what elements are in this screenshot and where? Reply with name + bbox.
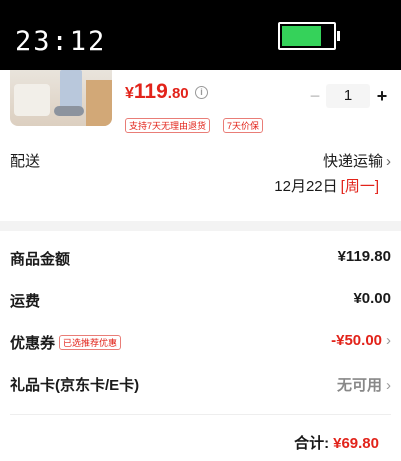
quantity-stepper: − 1 + bbox=[308, 84, 392, 108]
product-thumbnail[interactable] bbox=[10, 70, 112, 126]
price-decimal: .80 bbox=[167, 85, 189, 102]
summary-row-freight: 运费 ¥0.00 bbox=[10, 290, 391, 312]
price-currency: ¥ bbox=[125, 85, 134, 102]
summary-label: 礼品卡(京东卡/E卡) bbox=[10, 377, 140, 394]
section-divider bbox=[0, 221, 401, 231]
return-policy-tag: 支持7天无理由退货 bbox=[125, 118, 211, 133]
delivery-date[interactable]: 12月22日 [周一] bbox=[274, 175, 379, 196]
price-protection-tag: 7天价保 bbox=[223, 118, 264, 133]
quantity-value[interactable]: 1 bbox=[326, 84, 370, 108]
coupon-badge: 已选推荐优惠 bbox=[59, 335, 122, 350]
summary-value: 无可用 bbox=[336, 377, 382, 394]
chevron-right-icon: › bbox=[386, 332, 391, 349]
order-total: 合计: ¥69.80 bbox=[294, 432, 379, 453]
total-amount: ¥69.80 bbox=[333, 435, 379, 452]
coupon-value-group: -¥50.00 › bbox=[331, 332, 391, 349]
total-label: 合计: bbox=[294, 435, 330, 452]
delivery-date-text: 12月22日 bbox=[274, 178, 338, 195]
shipping-method-selector[interactable]: 快递运输 › bbox=[323, 150, 391, 171]
summary-row-goods: 商品金额 ¥119.80 bbox=[10, 248, 391, 270]
battery-icon bbox=[278, 22, 340, 50]
increase-button[interactable]: + bbox=[374, 84, 390, 108]
summary-row-giftcard[interactable]: 礼品卡(京东卡/E卡) 无可用 › bbox=[10, 374, 391, 396]
info-icon[interactable]: i bbox=[195, 86, 208, 99]
status-bar: 23:12 bbox=[0, 0, 401, 70]
summary-label: 运费 bbox=[10, 293, 41, 310]
battery-level bbox=[282, 26, 321, 46]
chevron-right-icon: › bbox=[386, 377, 391, 394]
summary-label: 优惠券 bbox=[10, 335, 56, 352]
chevron-right-icon: › bbox=[386, 153, 391, 170]
product-card: ¥119.80 i − 1 + 支持7天无理由退货 7天价保 bbox=[0, 70, 401, 220]
summary-row-coupon[interactable]: 优惠券 已选推荐优惠 -¥50.00 › bbox=[10, 332, 391, 354]
price-integer: 119 bbox=[133, 80, 168, 103]
shipping-label: 配送 bbox=[10, 153, 41, 170]
decrease-button[interactable]: − bbox=[308, 84, 322, 108]
summary-value: -¥50.00 bbox=[331, 332, 382, 349]
summary-label: 商品金额 bbox=[10, 251, 71, 268]
summary-value: ¥119.80 bbox=[337, 248, 391, 265]
product-price: ¥119.80 bbox=[125, 80, 189, 104]
delivery-weekday: [周一] bbox=[340, 178, 379, 195]
clock-time: 23:12 bbox=[15, 26, 107, 57]
coupon-label-group: 优惠券 已选推荐优惠 bbox=[10, 332, 122, 353]
summary-value: ¥0.00 bbox=[353, 290, 391, 307]
row-divider bbox=[10, 414, 391, 415]
giftcard-value-group: 无可用 › bbox=[337, 374, 391, 395]
shipping-method: 快递运输 bbox=[322, 153, 383, 170]
